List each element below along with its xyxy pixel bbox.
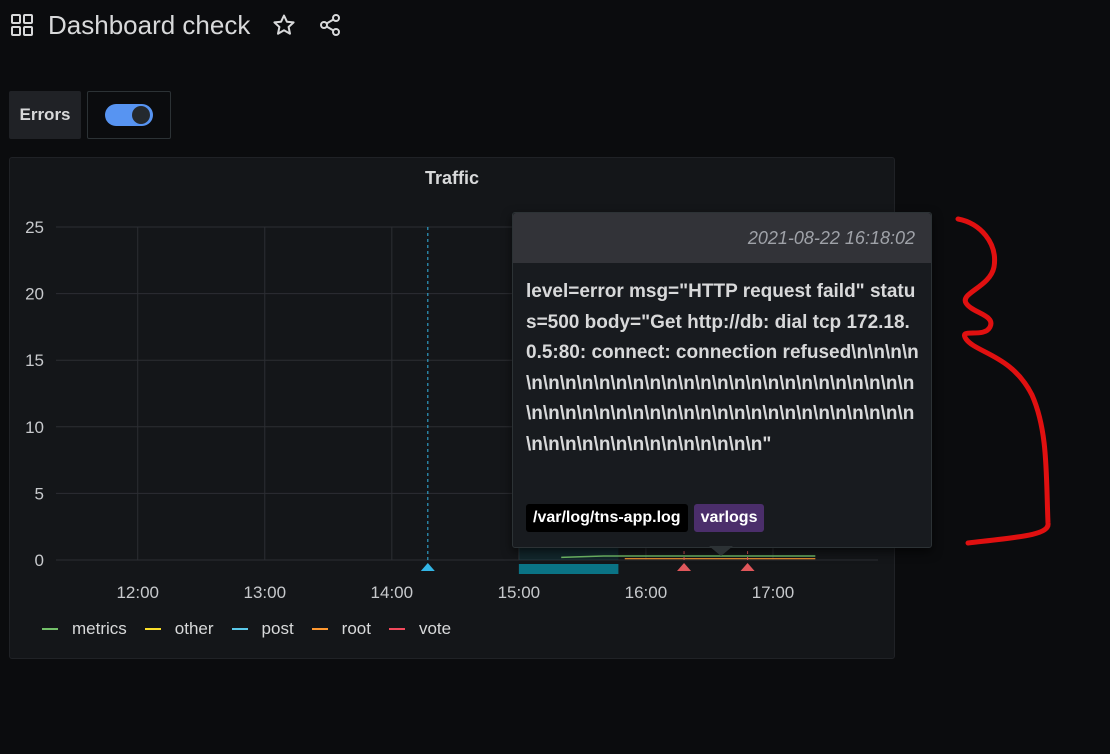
legend-item-metrics[interactable]: metrics [42,619,127,639]
annotation-region-fill [518,546,619,560]
tooltip-timestamp: 2021-08-22 16:18:02 [513,213,931,263]
tooltip-tags: /var/log/tns-app.log varlogs [526,504,770,532]
legend-label: metrics [72,619,127,638]
legend-item-other[interactable]: other [144,619,214,639]
variable-row: Errors [9,91,171,139]
legend-swatch [144,628,161,630]
dashboard-header: Dashboard check [10,8,364,42]
annotation-marker [677,563,692,571]
legend-item-root[interactable]: root [311,619,371,639]
y-tick-label: 0 [35,551,44,570]
variable-switch-container [87,91,171,139]
y-tick-label: 5 [35,484,44,503]
tooltip-tag: /var/log/tns-app.log [526,504,688,532]
toggle-knob [132,106,150,124]
x-tick-label: 17:00 [752,583,795,602]
legend-swatch [231,628,248,630]
tooltip-message: level=error msg="HTTP request faild" sta… [526,281,919,455]
variable-label: Errors [9,91,81,139]
y-tick-label: 15 [25,351,44,370]
x-tick-label: 12:00 [116,583,159,602]
y-tick-label: 10 [25,418,44,437]
chart-legend: metrics other post root vote [42,619,469,639]
share-icon[interactable] [318,13,342,37]
red-brace-scribble [955,216,1051,546]
legend-label: post [261,619,294,638]
legend-label: vote [418,619,452,638]
legend-label: other [174,619,214,638]
annotation-region-bar [518,564,619,574]
x-tick-label: 15:00 [498,583,541,602]
x-tick-label: 13:00 [244,583,287,602]
annotation-marker [740,563,755,571]
tooltip-tag: varlogs [693,504,765,532]
legend-item-post[interactable]: post [231,619,294,639]
x-tick-label: 14:00 [371,583,414,602]
y-tick-label: 25 [25,218,44,237]
errors-toggle[interactable] [105,104,153,126]
apps-icon[interactable] [10,13,34,37]
x-tick-label: 16:00 [625,583,668,602]
legend-label: root [341,619,371,638]
legend-item-vote[interactable]: vote [388,619,452,639]
annotation-tooltip: 2021-08-22 16:18:02 level=error msg="HTT… [512,212,932,556]
annotation-marker [420,563,435,571]
legend-swatch [311,628,328,630]
star-icon[interactable] [272,13,296,37]
legend-swatch [388,628,405,630]
y-tick-label: 20 [25,285,44,304]
legend-swatch [42,628,58,630]
tooltip-arrow [709,546,733,556]
dashboard-title[interactable]: Dashboard check [48,10,250,41]
